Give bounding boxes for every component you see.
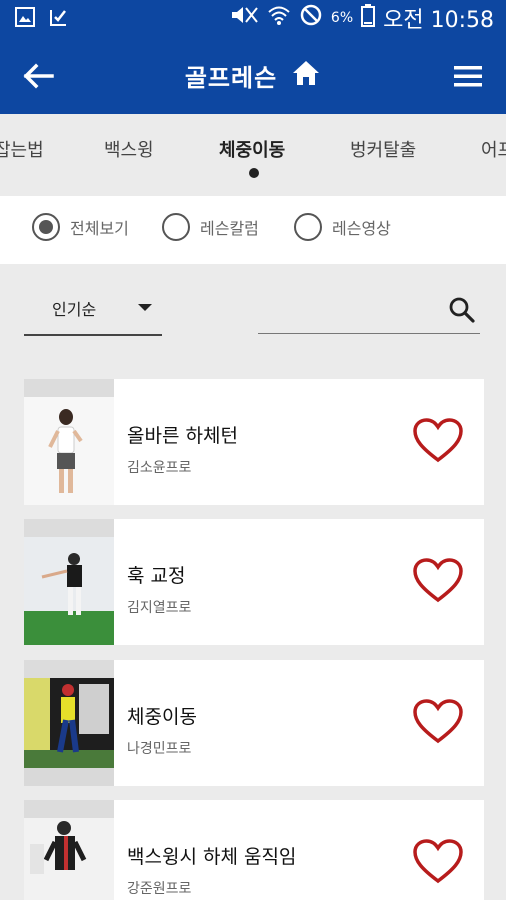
lesson-instructor: 강준원프로: [127, 881, 192, 897]
tab-grip[interactable]: 잡는법: [0, 136, 44, 162]
sort-dropdown[interactable]: 인기순: [24, 288, 162, 336]
search-box: [258, 288, 480, 334]
radio-video[interactable]: 레슨영상: [294, 213, 391, 241]
heart-icon: [413, 418, 463, 463]
heart-icon: [413, 699, 463, 744]
radio-checked-icon: [32, 213, 60, 241]
battery-percent: 6%: [330, 10, 354, 26]
home-icon: [293, 61, 320, 85]
radio-all-label: 전체보기: [70, 219, 129, 238]
radio-column-label: 레슨칼럼: [200, 219, 259, 238]
status-time: 오전 10:58: [383, 8, 494, 33]
heart-icon: [413, 839, 463, 884]
menu-button[interactable]: [450, 58, 486, 94]
menu-icon: [454, 66, 482, 87]
tab-backswing[interactable]: 백스윙: [104, 136, 154, 162]
radio-unchecked-icon: [162, 213, 190, 241]
tab-bunker[interactable]: 벙커탈출: [350, 136, 416, 162]
favorite-button[interactable]: [412, 557, 464, 605]
radio-column[interactable]: 레슨칼럼: [162, 213, 259, 241]
heart-icon: [413, 558, 463, 603]
page-title: 골프레슨: [184, 63, 278, 92]
lesson-instructor: 나경민프로: [127, 741, 192, 757]
app-header: 골프레슨: [0, 36, 506, 114]
radio-all[interactable]: 전체보기: [32, 213, 129, 241]
lesson-card[interactable]: 백스윙시 하체 움직임 강준원프로: [24, 800, 484, 900]
lesson-card[interactable]: 훅 교정 김지열프로: [24, 519, 484, 645]
tab-weight-shift[interactable]: 체중이동: [219, 136, 285, 162]
lesson-title: 훅 교정: [127, 565, 186, 587]
favorite-button[interactable]: [412, 838, 464, 886]
home-button[interactable]: [291, 58, 321, 92]
lesson-instructor: 김지열프로: [127, 600, 192, 616]
lesson-title: 체중이동: [127, 706, 197, 728]
search-button[interactable]: [448, 296, 476, 324]
radio-unchecked-icon: [294, 213, 322, 241]
check-icon: [48, 6, 70, 32]
category-tabs: 잡는법 백스윙 체중이동 벙커탈출 어프: [0, 114, 506, 196]
lesson-instructor: 김소윤프로: [127, 460, 192, 476]
lesson-thumbnail: [24, 800, 114, 900]
favorite-button[interactable]: [412, 698, 464, 746]
active-tab-indicator: [249, 168, 259, 178]
gallery-icon: [14, 6, 36, 32]
no-sim-icon: [299, 3, 323, 33]
wifi-icon: [267, 4, 291, 32]
search-icon: [449, 297, 475, 323]
filter-bar: 전체보기 레슨칼럼 레슨영상: [0, 196, 506, 264]
lesson-card[interactable]: 체중이동 나경민프로: [24, 660, 484, 786]
lesson-title: 백스윙시 하체 움직임: [127, 846, 297, 868]
favorite-button[interactable]: [412, 417, 464, 465]
status-bar: 6% 오전 10:58: [0, 0, 506, 36]
mute-icon: [229, 4, 259, 32]
lesson-thumbnail: [24, 379, 114, 505]
battery-icon: [361, 3, 376, 33]
dropdown-caret-icon: [138, 304, 152, 311]
lesson-thumbnail: [24, 660, 114, 786]
search-input[interactable]: [258, 294, 438, 326]
lesson-title: 올바른 하체턴: [127, 425, 238, 447]
lesson-thumbnail: [24, 519, 114, 645]
lesson-card[interactable]: 올바른 하체턴 김소윤프로: [24, 379, 484, 505]
sort-selected: 인기순: [52, 300, 97, 319]
radio-video-label: 레슨영상: [332, 219, 391, 238]
tab-approach[interactable]: 어프: [481, 136, 506, 162]
